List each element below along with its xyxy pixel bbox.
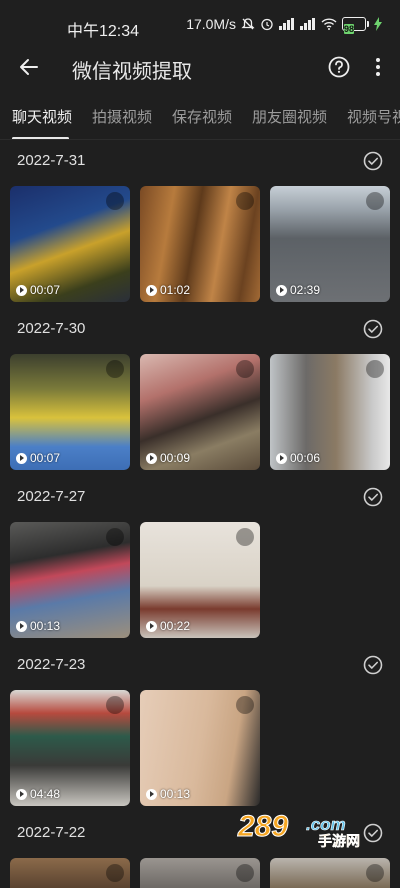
video-thumbnail[interactable]: 01:02 (140, 186, 260, 302)
video-duration: 00:22 (146, 619, 190, 633)
select-all-check-icon[interactable] (363, 319, 383, 339)
date-header: 2022-7-23 (17, 656, 86, 673)
tab-chat-videos[interactable]: 聊天视频 (12, 106, 72, 127)
select-corner-icon (236, 528, 254, 546)
tab-saved-videos[interactable]: 保存视频 (172, 106, 232, 127)
select-corner-icon (106, 864, 124, 882)
site-watermark-logo: 289 .com 手游网 (237, 810, 361, 849)
video-thumbnail[interactable]: 00:07 (10, 186, 130, 302)
video-duration: 01:02 (146, 283, 190, 297)
select-all-check-icon[interactable] (363, 151, 383, 171)
video-duration: 00:07 (16, 451, 60, 465)
play-icon (16, 452, 27, 464)
date-header: 2022-7-22 (17, 824, 86, 841)
video-duration: 02:39 (276, 283, 320, 297)
video-duration: 00:09 (146, 451, 190, 465)
video-thumbnail[interactable] (270, 858, 390, 888)
select-all-check-icon[interactable] (363, 655, 383, 675)
video-thumbnail[interactable] (10, 858, 130, 888)
video-thumbnail[interactable]: 00:22 (140, 522, 260, 638)
select-corner-icon (236, 696, 254, 714)
select-corner-icon (106, 192, 124, 210)
date-header: 2022-7-31 (17, 152, 86, 169)
wifi-icon (321, 18, 337, 30)
video-thumbnail[interactable]: 00:07 (10, 354, 130, 470)
signal-icon (279, 18, 294, 30)
select-corner-icon (106, 360, 124, 378)
back-button[interactable] (14, 52, 44, 82)
alarm-icon (261, 18, 273, 31)
play-icon (146, 284, 157, 296)
tab-bar: 聊天视频 拍摄视频 保存视频 朋友圈视频 视频号视 (0, 92, 400, 140)
play-icon (146, 620, 157, 632)
select-corner-icon (106, 696, 124, 714)
video-thumbnail[interactable]: 00:13 (140, 690, 260, 806)
play-icon (16, 788, 27, 800)
select-corner-icon (236, 360, 254, 378)
help-button[interactable] (325, 53, 353, 81)
battery-level: 98 (344, 24, 355, 34)
more-button[interactable] (366, 53, 390, 81)
battery-icon: 98 (342, 17, 369, 34)
select-corner-icon (366, 360, 384, 378)
question-circle-icon (328, 56, 350, 78)
play-icon (146, 452, 157, 464)
select-corner-icon (366, 192, 384, 210)
video-duration: 04:48 (16, 787, 60, 801)
tab-moments-videos[interactable]: 朋友圈视频 (252, 106, 327, 127)
video-duration: 00:06 (276, 451, 320, 465)
tab-indicator (12, 137, 69, 139)
select-corner-icon (366, 864, 384, 882)
status-icons: 17.0M/s 98 (186, 16, 382, 34)
play-icon (276, 452, 287, 464)
video-thumbnail[interactable]: 04:48 (10, 690, 130, 806)
svg-text:289: 289 (237, 810, 288, 843)
video-thumbnail[interactable]: 02:39 (270, 186, 390, 302)
video-thumbnail[interactable]: 00:06 (270, 354, 390, 470)
date-header: 2022-7-30 (17, 320, 86, 337)
svg-text:手游网: 手游网 (318, 833, 360, 848)
play-icon (146, 788, 157, 800)
network-speed: 17.0M/s (186, 16, 236, 32)
video-duration: 00:13 (16, 619, 60, 633)
more-vertical-icon (376, 58, 380, 76)
arrow-left-icon (20, 59, 38, 75)
status-time: 中午12:34 (67, 23, 140, 40)
play-icon (276, 284, 287, 296)
select-corner-icon (236, 864, 254, 882)
video-duration: 00:07 (16, 283, 60, 297)
tab-shot-videos[interactable]: 拍摄视频 (92, 106, 152, 127)
video-duration: 00:13 (146, 787, 190, 801)
tab-channels-videos[interactable]: 视频号视 (347, 106, 400, 127)
select-all-check-icon[interactable] (363, 487, 383, 507)
app-bar: 微信视频提取 (0, 48, 400, 88)
video-thumbnail[interactable]: 00:13 (10, 522, 130, 638)
play-icon (16, 284, 27, 296)
page-title: 微信视频提取 (72, 61, 192, 83)
signal-hd-icon (300, 18, 315, 30)
mute-bell-icon (241, 18, 255, 30)
svg-text:.com: .com (306, 815, 346, 834)
charging-icon (374, 17, 382, 31)
video-thumbnail[interactable] (140, 858, 260, 888)
play-icon (16, 620, 27, 632)
video-thumbnail[interactable]: 00:09 (140, 354, 260, 470)
select-corner-icon (236, 192, 254, 210)
status-bar: 中午12:34 17.0M/s 98 (0, 0, 400, 48)
select-corner-icon (106, 528, 124, 546)
date-header: 2022-7-27 (17, 488, 86, 505)
